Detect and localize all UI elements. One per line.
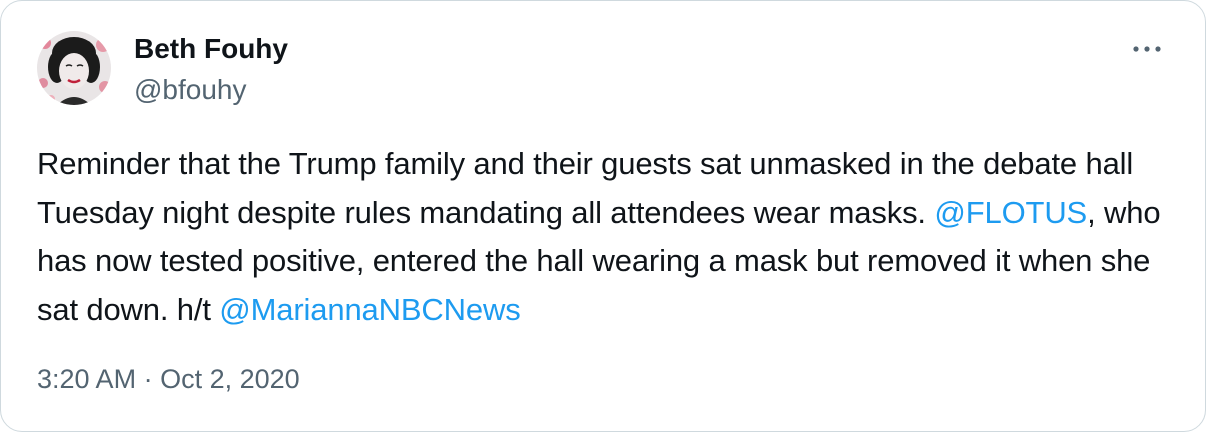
- author-display-name[interactable]: Beth Fouhy: [134, 31, 288, 67]
- profile-photo-icon: [37, 31, 111, 105]
- author-avatar[interactable]: [37, 31, 111, 105]
- mention-link-flotus[interactable]: @FLOTUS: [934, 195, 1087, 230]
- tweet-card: Beth Fouhy @bfouhy Reminder that the Tru…: [0, 0, 1206, 432]
- mention-link-marianna[interactable]: @MariannaNBCNews: [219, 292, 520, 327]
- tweet-text: Reminder that the Trump family and their…: [37, 140, 1187, 334]
- more-options-button[interactable]: [1121, 29, 1173, 69]
- meta-separator: ·: [136, 364, 161, 394]
- author-handle[interactable]: @bfouhy: [134, 72, 247, 108]
- tweet-time: 3:20 AM: [37, 364, 137, 394]
- more-dots-icon: [1133, 46, 1161, 52]
- tweet-date: Oct 2, 2020: [160, 364, 300, 394]
- tweet-timestamp[interactable]: 3:20 AM · Oct 2, 2020: [37, 361, 300, 397]
